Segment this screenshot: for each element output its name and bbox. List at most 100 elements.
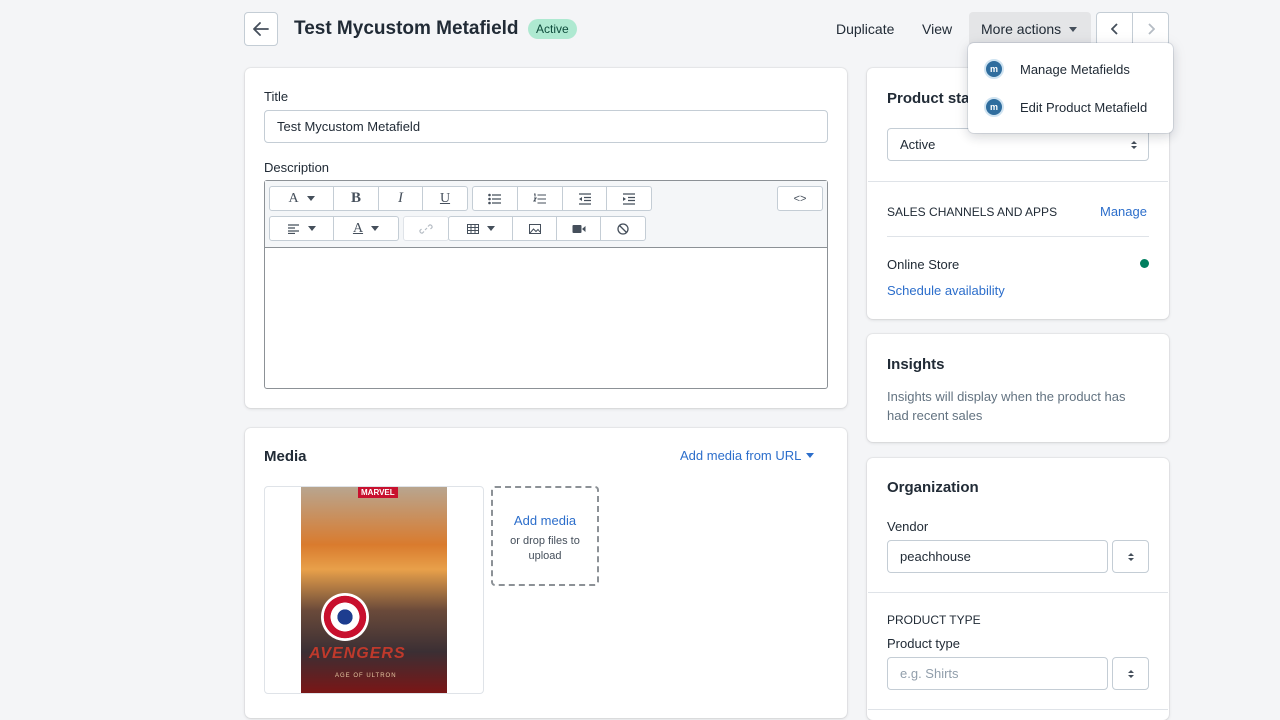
numbered-list-icon bbox=[533, 192, 546, 204]
chevron-right-icon bbox=[1147, 23, 1155, 35]
caret-down-icon bbox=[1069, 26, 1078, 32]
insert-link-button[interactable] bbox=[404, 217, 448, 240]
media-heading: Media bbox=[264, 448, 307, 465]
divider bbox=[887, 236, 1149, 237]
page-title: Test Mycustom Metafield bbox=[294, 18, 519, 39]
text-color-button[interactable]: A bbox=[334, 217, 398, 240]
product-status-heading: Product sta bbox=[887, 90, 970, 107]
sales-channels-heading: SALES CHANNELS AND APPS bbox=[887, 205, 1058, 219]
description-label: Description bbox=[264, 160, 330, 175]
title-label: Title bbox=[264, 89, 289, 104]
html-toggle-button[interactable]: <> bbox=[778, 187, 822, 210]
online-store-label: Online Store bbox=[887, 257, 960, 272]
caret-down-icon bbox=[486, 226, 495, 231]
font-style-button[interactable]: A bbox=[270, 187, 334, 210]
vendor-input[interactable]: peachhouse bbox=[887, 540, 1108, 573]
media-thumbnail[interactable]: MARVEL AVENGERS AGE OF ULTRON bbox=[264, 486, 484, 694]
select-arrows-icon bbox=[1127, 669, 1134, 678]
caret-down-icon bbox=[806, 453, 815, 458]
arrow-left-icon bbox=[253, 22, 269, 36]
list-group bbox=[472, 186, 652, 211]
drop-files-hint: or drop files to upload bbox=[510, 535, 580, 562]
select-arrows-icon bbox=[1127, 552, 1134, 561]
clear-formatting-button[interactable] bbox=[601, 217, 645, 240]
product-type-heading: PRODUCT TYPE bbox=[887, 613, 981, 627]
insights-heading: Insights bbox=[887, 356, 945, 373]
view-button[interactable]: View bbox=[922, 21, 952, 37]
select-arrows-icon bbox=[1131, 140, 1137, 149]
outdent-icon bbox=[578, 192, 591, 205]
status-badge: Active bbox=[528, 19, 577, 39]
chevron-left-icon bbox=[1110, 23, 1118, 35]
image-icon bbox=[528, 223, 541, 234]
numbered-list-button[interactable] bbox=[518, 187, 563, 210]
product-image: MARVEL AVENGERS AGE OF ULTRON bbox=[301, 487, 447, 693]
insights-text: Insights will display when the product h… bbox=[887, 389, 1126, 423]
divider bbox=[868, 181, 1168, 182]
next-product-button[interactable] bbox=[1133, 13, 1168, 45]
align-left-icon bbox=[287, 223, 299, 234]
format-group-2: A bbox=[269, 216, 399, 241]
align-button[interactable] bbox=[270, 217, 334, 240]
italic-icon: I bbox=[398, 190, 403, 206]
product-pagination bbox=[1096, 12, 1169, 46]
product-type-input[interactable]: e.g. Shirts bbox=[887, 657, 1108, 690]
more-actions-label: More actions bbox=[981, 21, 1062, 37]
poster-brand: MARVEL bbox=[358, 487, 398, 498]
text-format-group: A B I U bbox=[269, 186, 468, 211]
caret-down-icon bbox=[371, 226, 380, 231]
add-media-dropzone[interactable]: Add media or drop files to upload bbox=[491, 486, 599, 586]
divider bbox=[868, 592, 1168, 593]
editor-toolbar: A B I U <> A bbox=[265, 181, 827, 248]
text-color-icon: A bbox=[352, 220, 364, 236]
bullet-list-icon bbox=[488, 193, 501, 204]
insert-table-button[interactable] bbox=[449, 217, 513, 240]
outdent-button[interactable] bbox=[563, 187, 607, 210]
status-select-value: Active bbox=[900, 137, 936, 152]
manage-channels-link[interactable]: Manage bbox=[1100, 204, 1147, 219]
schedule-availability-link[interactable]: Schedule availability bbox=[887, 283, 1005, 298]
add-media-url-label: Add media from URL bbox=[680, 448, 802, 463]
menu-item-edit-product-metafield[interactable]: m Edit Product Metafield bbox=[968, 88, 1173, 126]
media-insert-group bbox=[448, 216, 646, 241]
html-group: <> bbox=[777, 186, 823, 211]
divider bbox=[868, 709, 1168, 710]
insert-image-button[interactable] bbox=[513, 217, 557, 240]
more-actions-button[interactable]: More actions bbox=[969, 12, 1091, 46]
product-type-label: Product type bbox=[887, 636, 960, 651]
add-media-from-url-button[interactable]: Add media from URL bbox=[680, 448, 815, 463]
clear-formatting-icon bbox=[617, 222, 629, 235]
description-textarea[interactable] bbox=[265, 248, 827, 388]
duplicate-button[interactable]: Duplicate bbox=[836, 21, 894, 37]
poster-title: AVENGERS bbox=[309, 645, 406, 662]
app-icon: m bbox=[984, 59, 1004, 79]
italic-button[interactable]: I bbox=[379, 187, 423, 210]
product-type-select-button[interactable] bbox=[1112, 657, 1149, 690]
online-status-dot bbox=[1140, 259, 1149, 268]
title-value: Test Mycustom Metafield bbox=[277, 119, 421, 134]
previous-product-button[interactable] bbox=[1097, 13, 1133, 45]
vendor-label: Vendor bbox=[887, 519, 929, 534]
insert-video-button[interactable] bbox=[557, 217, 601, 240]
video-icon bbox=[572, 224, 585, 233]
table-icon bbox=[466, 223, 479, 234]
bold-icon: B bbox=[350, 190, 361, 206]
back-button[interactable] bbox=[244, 12, 278, 46]
font-icon: A bbox=[288, 190, 299, 206]
underline-button[interactable]: U bbox=[423, 187, 467, 210]
indent-button[interactable] bbox=[607, 187, 651, 210]
app-icon: m bbox=[984, 97, 1004, 117]
caret-down-icon bbox=[306, 196, 315, 201]
more-actions-menu: m Manage Metafields m Edit Product Metaf… bbox=[968, 43, 1173, 133]
menu-item-manage-metafields[interactable]: m Manage Metafields bbox=[968, 50, 1173, 88]
caret-down-icon bbox=[307, 226, 316, 231]
menu-item-label: Edit Product Metafield bbox=[1020, 99, 1148, 115]
bold-button[interactable]: B bbox=[334, 187, 379, 210]
vendor-select-button[interactable] bbox=[1112, 540, 1149, 573]
vendor-value: peachhouse bbox=[900, 549, 971, 564]
title-input[interactable]: Test Mycustom Metafield bbox=[264, 110, 828, 143]
menu-item-label: Manage Metafields bbox=[1020, 61, 1130, 77]
bullet-list-button[interactable] bbox=[473, 187, 518, 210]
link-group bbox=[403, 216, 449, 241]
poster-subtitle: AGE OF ULTRON bbox=[335, 673, 397, 679]
